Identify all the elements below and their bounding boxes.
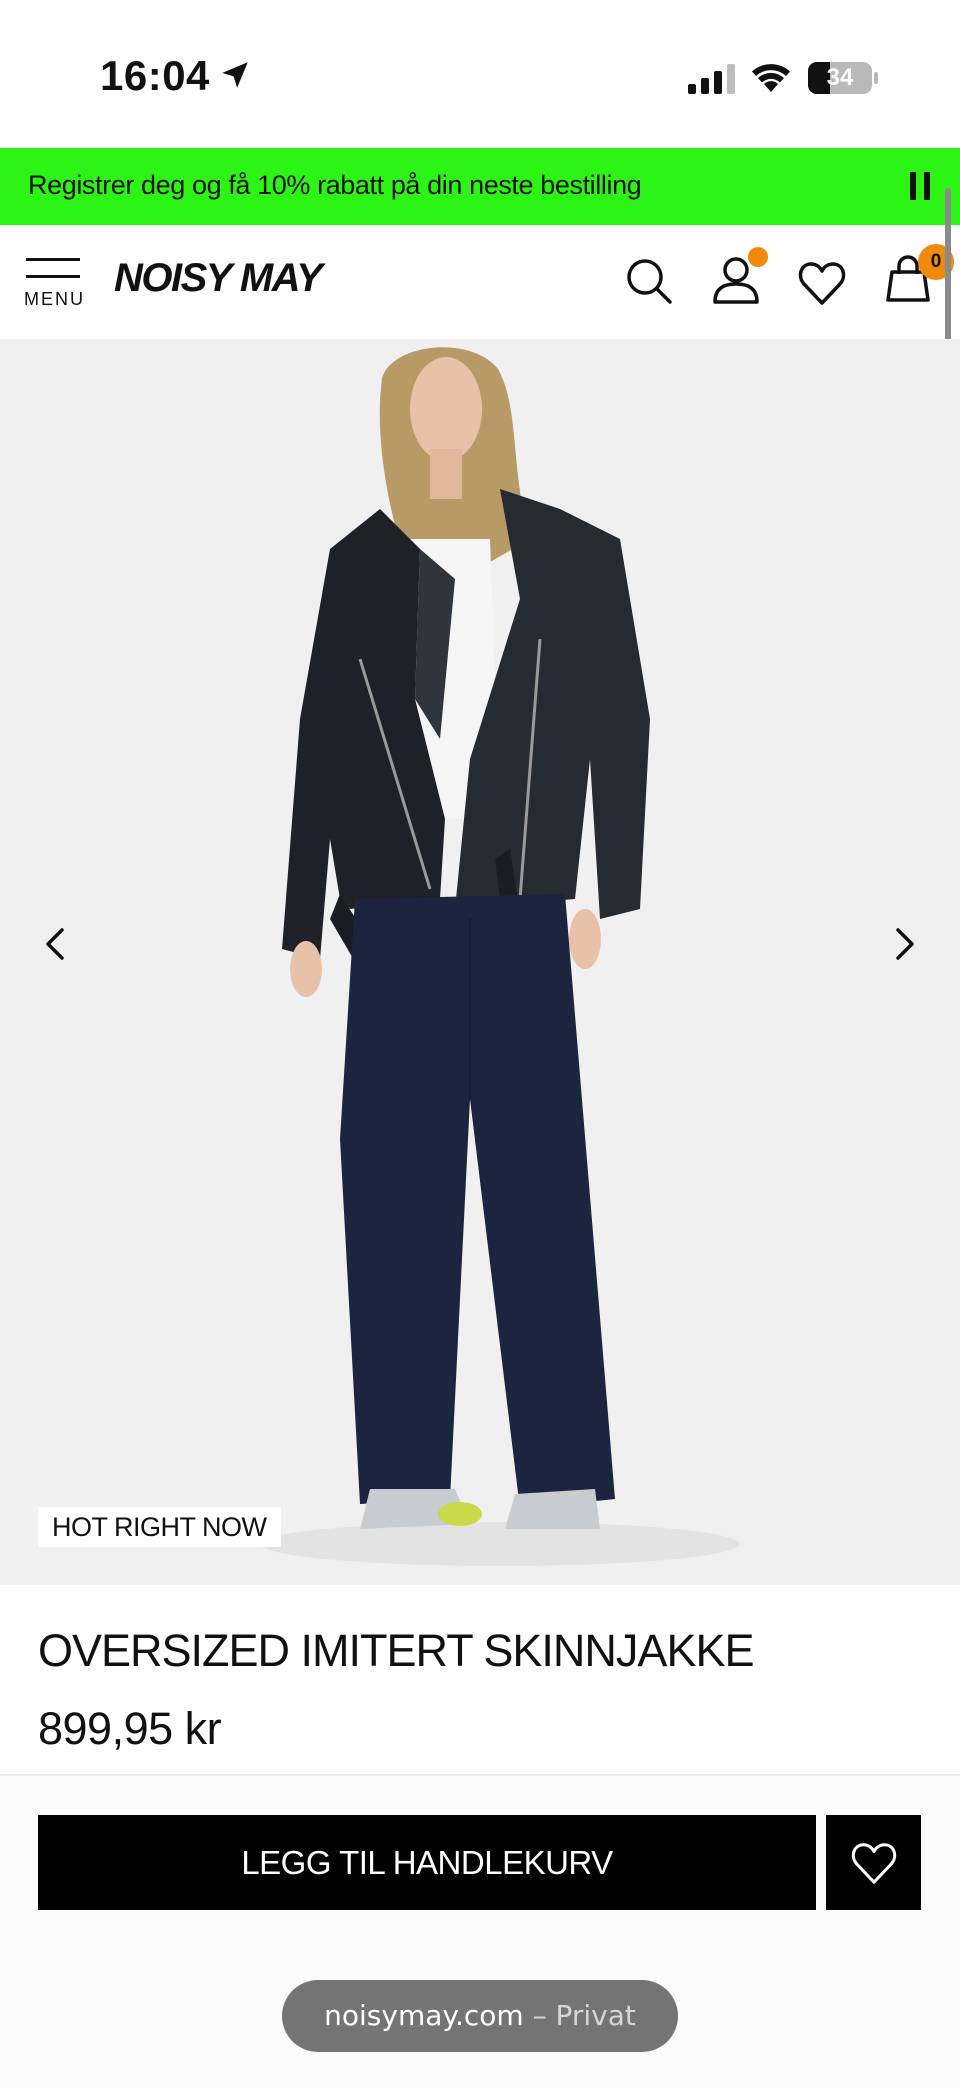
chevron-right-icon[interactable]	[884, 914, 924, 974]
url-domain: noisymay.com	[324, 1999, 524, 2032]
hot-badge: HOT RIGHT NOW	[38, 1507, 281, 1547]
location-arrow-icon	[222, 62, 248, 88]
search-icon[interactable]	[624, 256, 674, 306]
product-title: OVERSIZED IMITERT SKINNJAKKE	[38, 1625, 754, 1676]
product-price: 899,95 kr	[38, 1703, 222, 1754]
product-image-gallery[interactable]	[0, 339, 960, 1585]
brand-logo[interactable]: NOISY MAY	[114, 256, 323, 301]
add-to-wishlist-button[interactable]	[826, 1815, 921, 1910]
heart-icon	[851, 1843, 897, 1884]
browser-address-bar[interactable]: noisymay.com – Privat	[282, 1980, 678, 2052]
status-bar: 16:04 34	[0, 0, 960, 148]
chevron-left-icon[interactable]	[36, 914, 76, 974]
promo-text: Registrer deg og få 10% rabatt på din ne…	[28, 170, 642, 200]
private-mode-label: – Privat	[532, 1999, 636, 2032]
notification-dot	[748, 247, 768, 267]
status-time: 16:04	[100, 52, 210, 99]
product-image	[260, 347, 740, 1566]
battery-level: 34	[826, 64, 854, 91]
menu-label[interactable]: MENU	[24, 289, 85, 310]
pause-icon[interactable]	[908, 172, 932, 200]
menu-icon[interactable]	[26, 258, 80, 280]
add-to-cart-button[interactable]: LEGG TIL HANDLEKURV	[38, 1815, 816, 1910]
signal-icon	[688, 64, 735, 94]
promo-banner[interactable]: Registrer deg og få 10% rabatt på din ne…	[0, 148, 960, 225]
battery-icon: 34	[808, 62, 878, 94]
wifi-icon	[752, 64, 790, 92]
wishlist-icon[interactable]	[797, 258, 847, 308]
